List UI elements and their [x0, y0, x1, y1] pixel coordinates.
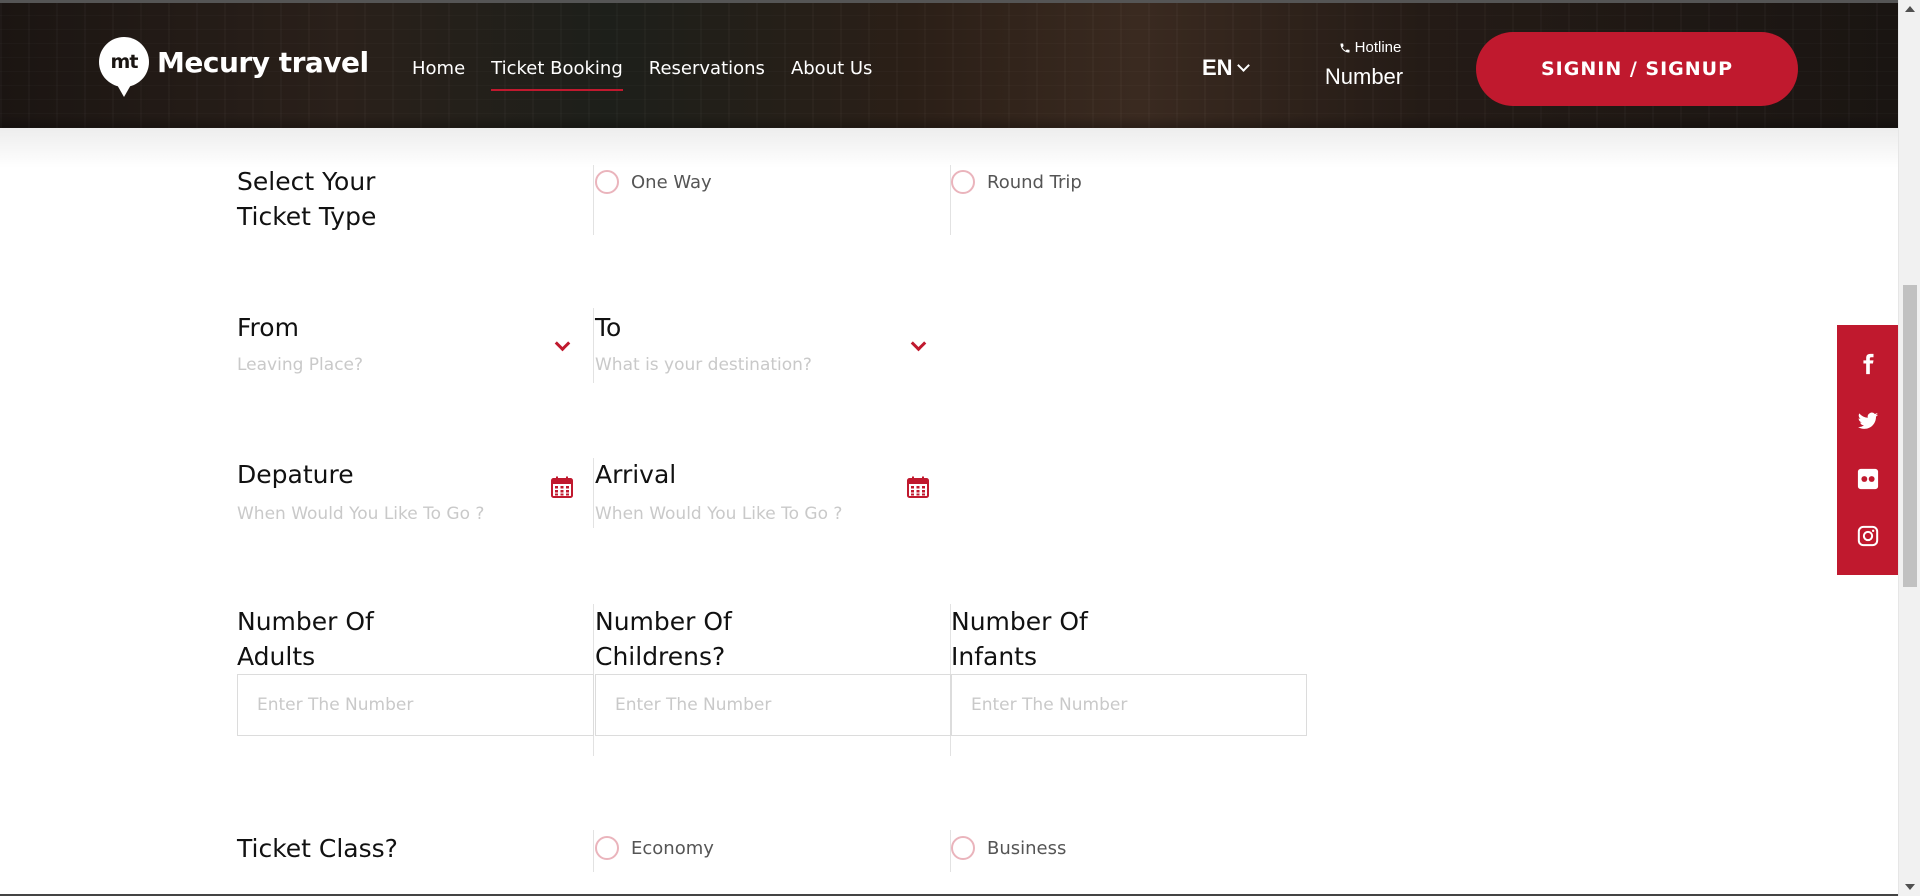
adults-label-line1: Number Of	[237, 607, 374, 636]
page-scrollbar[interactable]	[1898, 0, 1920, 896]
from-label: From	[237, 313, 299, 342]
nav-reservations[interactable]: Reservations	[649, 58, 765, 79]
ticket-type-label: Select Your Ticket Type	[237, 164, 376, 234]
to-label: To	[595, 313, 622, 342]
logo-mark-text: mt	[110, 51, 139, 73]
logo-mark-icon: mt	[99, 37, 149, 97]
scroll-down-arrow-icon[interactable]	[1905, 884, 1915, 890]
logo-text: Mecury travel	[157, 45, 369, 79]
instagram-icon[interactable]	[1855, 523, 1881, 549]
divider	[593, 308, 594, 383]
childrens-input[interactable]: Enter The Number	[595, 674, 951, 736]
radio-economy-label: Economy	[631, 837, 714, 859]
radio-one-way-label: One Way	[631, 171, 712, 193]
social-bar	[1837, 325, 1898, 575]
infants-label-line1: Number Of	[951, 607, 1088, 636]
chevron-down-icon	[1236, 59, 1250, 72]
from-select[interactable]: Leaving Place?	[237, 355, 363, 375]
calendar-icon[interactable]	[550, 475, 574, 499]
flickr-icon[interactable]	[1855, 466, 1881, 492]
facebook-icon[interactable]	[1855, 351, 1881, 377]
nav-home[interactable]: Home	[412, 58, 465, 79]
adults-input[interactable]: Enter The Number	[237, 674, 594, 736]
childrens-label-line1: Number Of	[595, 607, 732, 636]
hotline: Hotline Number	[1325, 39, 1412, 90]
signin-signup-button[interactable]: SIGNIN / SIGNUP	[1476, 32, 1798, 106]
language-label: EN	[1202, 55, 1233, 80]
ticket-type-label-line2: Ticket Type	[237, 202, 377, 231]
chevron-down-icon[interactable]	[910, 335, 927, 352]
childrens-label-line2: Childrens?	[595, 642, 726, 671]
radio-business-label: Business	[987, 837, 1067, 859]
departure-input[interactable]: When Would You Like To Go ?	[237, 504, 484, 524]
radio-one-way[interactable]: One Way	[595, 170, 712, 194]
infants-input[interactable]: Enter The Number	[951, 674, 1307, 736]
infants-label-line2: Infants	[951, 642, 1038, 671]
nav-about-us[interactable]: About Us	[791, 58, 873, 79]
divider	[593, 458, 594, 528]
adults-label-line2: Adults	[237, 642, 316, 671]
departure-label: Depature	[237, 460, 354, 489]
arrival-label: Arrival	[595, 460, 677, 489]
divider	[593, 830, 594, 872]
infants-label: Number Of Infants	[951, 604, 1088, 674]
radio-economy[interactable]: Economy	[595, 836, 714, 860]
radio-circle[interactable]	[951, 836, 975, 860]
radio-round-trip[interactable]: Round Trip	[951, 170, 1082, 194]
radio-round-trip-label: Round Trip	[987, 171, 1082, 193]
ticket-class-label: Ticket Class?	[237, 834, 398, 863]
scroll-up-arrow-icon[interactable]	[1905, 6, 1915, 12]
hotline-number: Number	[1324, 64, 1404, 89]
radio-circle[interactable]	[595, 170, 619, 194]
divider	[593, 165, 594, 235]
radio-circle[interactable]	[595, 836, 619, 860]
ticket-type-label-line1: Select Your	[237, 167, 376, 196]
arrival-input[interactable]: When Would You Like To Go ?	[595, 504, 842, 524]
to-select[interactable]: What is your destination?	[595, 355, 812, 375]
calendar-icon[interactable]	[906, 475, 930, 499]
header-shadow	[0, 128, 1898, 168]
radio-circle[interactable]	[951, 170, 975, 194]
hotline-label: Hotline	[1354, 39, 1402, 56]
scrollbar-thumb[interactable]	[1903, 285, 1917, 587]
site-logo[interactable]: mt Mecury travel	[99, 37, 369, 97]
twitter-icon[interactable]	[1855, 408, 1881, 434]
chevron-down-icon[interactable]	[554, 335, 571, 352]
main-nav: Home Ticket Booking Reservations About U…	[412, 58, 873, 91]
nav-ticket-booking[interactable]: Ticket Booking	[491, 58, 623, 91]
radio-business[interactable]: Business	[951, 836, 1066, 860]
adults-label: Number Of Adults	[237, 604, 374, 674]
childrens-label: Number Of Childrens?	[595, 604, 732, 674]
language-selector[interactable]: EN	[1202, 55, 1250, 81]
site-header: mt Mecury travel Home Ticket Booking Res…	[0, 0, 1898, 128]
phone-icon	[1340, 43, 1350, 52]
